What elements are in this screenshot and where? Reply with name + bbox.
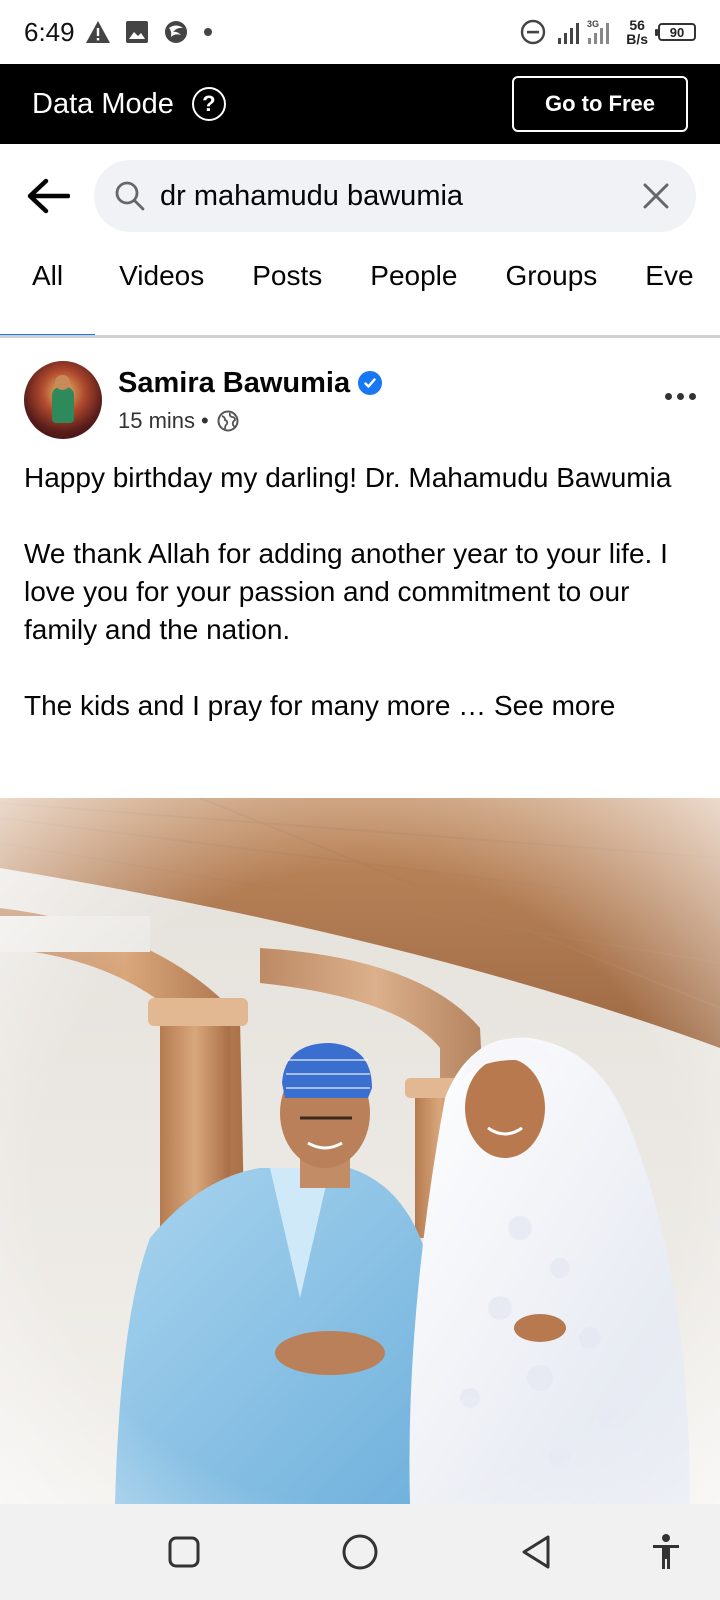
back-triangle-icon — [522, 1535, 550, 1569]
dnd-icon — [521, 19, 546, 45]
author-row: Samira Bawumia — [118, 367, 383, 400]
dot-icon — [665, 392, 672, 400]
post-time-row: 15 mins • — [118, 408, 382, 434]
more-options-button[interactable] — [665, 392, 696, 400]
home-circle-icon — [342, 1534, 378, 1570]
home-button[interactable] — [340, 1532, 380, 1572]
post-text: Happy birthday my darling! Dr. Mahamudu … — [0, 459, 720, 725]
post-header: Samira Bawumia 15 mins • — [0, 341, 720, 459]
post-photo[interactable] — [0, 798, 720, 1504]
system-nav-bar — [0, 1504, 720, 1600]
recents-icon — [168, 1536, 200, 1568]
status-time: 6:49 — [24, 16, 75, 47]
post-time[interactable]: 15 mins — [118, 408, 195, 434]
svg-text:3G: 3G — [587, 19, 599, 29]
tab-posts[interactable]: Posts — [228, 248, 346, 335]
verified-badge-icon — [358, 371, 383, 395]
tab-all[interactable]: All — [0, 248, 96, 335]
go-to-free-button[interactable]: Go to Free — [512, 76, 688, 132]
author-name[interactable]: Samira Bawumia — [118, 367, 350, 400]
data-mode-bar: Data Mode ? Go to Free — [0, 64, 720, 144]
search-input[interactable]: dr mahamudu bawumia — [94, 160, 696, 232]
dot-icon — [677, 392, 684, 400]
couple-photo-image — [0, 798, 720, 1504]
tab-people[interactable]: People — [346, 248, 481, 335]
notification-icons — [85, 19, 213, 45]
accessibility-button[interactable] — [646, 1532, 686, 1572]
post-meta: Samira Bawumia 15 mins • — [118, 367, 383, 434]
recents-button[interactable] — [164, 1532, 204, 1572]
see-more-link[interactable]: See more — [494, 690, 615, 721]
image-icon — [125, 21, 148, 43]
tab-groups[interactable]: Groups — [481, 248, 621, 335]
system-icons: 3G 56 B/s 90 — [520, 18, 696, 46]
battery-indicator: 90 — [655, 23, 696, 41]
truncated-text: The kids and I pray for many more … — [24, 690, 487, 721]
close-icon — [643, 183, 669, 209]
clear-search-button[interactable] — [636, 176, 676, 216]
dot-icon — [203, 28, 212, 36]
post-paragraph: We thank Allah for adding another year t… — [24, 538, 668, 645]
tab-events[interactable]: Eve — [621, 248, 717, 335]
back-nav-button[interactable] — [516, 1532, 556, 1572]
back-arrow-icon — [27, 178, 70, 214]
search-icon — [115, 181, 145, 211]
post-paragraph: Happy birthday my darling! Dr. Mahamudu … — [24, 462, 672, 493]
dot-icon — [689, 392, 696, 400]
data-mode-title: Data Mode — [32, 87, 174, 120]
meta-separator: • — [201, 407, 209, 433]
search-row: dr mahamudu bawumia — [0, 144, 720, 248]
author-avatar[interactable] — [24, 361, 102, 439]
warning-icon — [85, 21, 110, 43]
accessibility-icon — [653, 1534, 679, 1569]
signal-icon: 3G — [558, 19, 610, 44]
net-speed: 56 B/s — [626, 17, 648, 47]
post-paragraph-truncated: The kids and I pray for many more … See … — [24, 687, 696, 725]
app-icon — [164, 21, 187, 43]
search-query[interactable]: dr mahamudu bawumia — [160, 180, 636, 213]
post-card: Samira Bawumia 15 mins • Happy birthday … — [0, 341, 720, 725]
public-globe-icon — [217, 410, 239, 431]
status-bar: 6:49 3G 56 B/s 90 — [0, 0, 720, 64]
back-button[interactable] — [24, 172, 72, 220]
tab-videos[interactable]: Videos — [95, 248, 228, 335]
search-filter-tabs: All Videos Posts People Groups Eve — [0, 248, 720, 338]
help-icon[interactable]: ? — [191, 87, 226, 121]
